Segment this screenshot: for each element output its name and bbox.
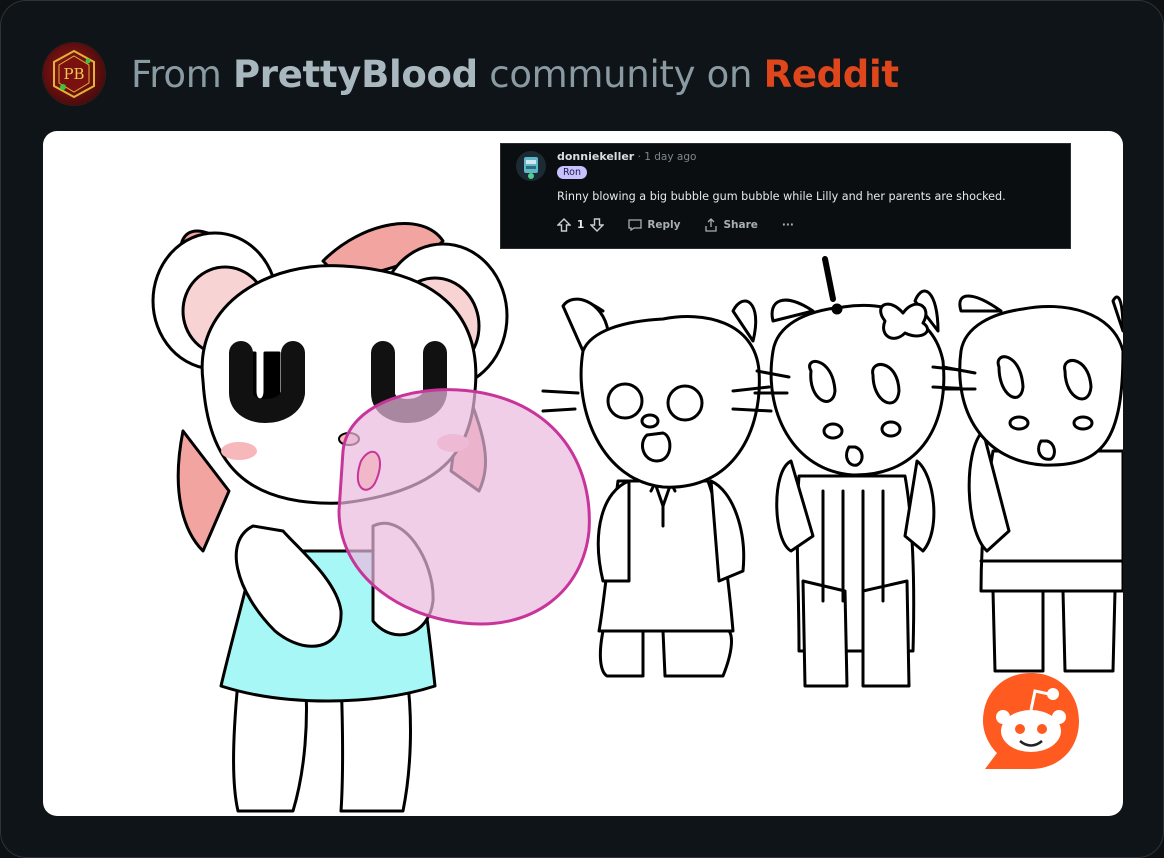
community-avatar[interactable]: PB (43, 43, 105, 105)
post-image[interactable]: ! donniekeller · 1 day ago Ron Rinny blo… (43, 131, 1123, 816)
community-logo-icon: PB (53, 49, 95, 99)
upvote-icon[interactable] (557, 218, 571, 232)
commenter-avatar-icon (516, 151, 546, 181)
share-icon (705, 218, 718, 232)
user-flair: Ron (557, 166, 588, 179)
community-logo-text: PB (63, 65, 84, 83)
share-button[interactable]: Share (704, 218, 758, 232)
reddit-link[interactable]: Reddit (764, 53, 899, 96)
embed-card: PB From PrettyBlood community on Reddit (0, 0, 1164, 858)
vote-count: 1 (577, 219, 585, 231)
comment-timestamp: · 1 day ago (634, 151, 697, 163)
reply-label: Reply (647, 219, 681, 231)
embed-header: PB From PrettyBlood community on Reddit (43, 43, 899, 105)
share-label: Share (723, 219, 758, 231)
comment-screenshot: donniekeller · 1 day ago Ron Rinny blowi… (500, 143, 1071, 249)
embed-title: From PrettyBlood community on Reddit (131, 53, 899, 96)
downvote-icon[interactable] (590, 218, 605, 232)
reply-icon (628, 219, 642, 231)
comment-actions: 1 Reply Share ··· (557, 218, 794, 232)
title-middle: community on (477, 52, 764, 96)
reddit-snoo-icon[interactable] (979, 669, 1083, 773)
more-options-button[interactable]: ··· (782, 219, 794, 231)
reply-button[interactable]: Reply (628, 219, 680, 231)
comment-text: Rinny blowing a big bubble gum bubble wh… (557, 190, 1006, 203)
community-name-link[interactable]: PrettyBlood (233, 53, 478, 96)
comment-username[interactable]: donniekeller (557, 150, 634, 163)
title-prefix: From (131, 52, 233, 96)
comment-author: donniekeller · 1 day ago (557, 150, 696, 163)
exclamation-mark-label: ! (43, 131, 44, 132)
